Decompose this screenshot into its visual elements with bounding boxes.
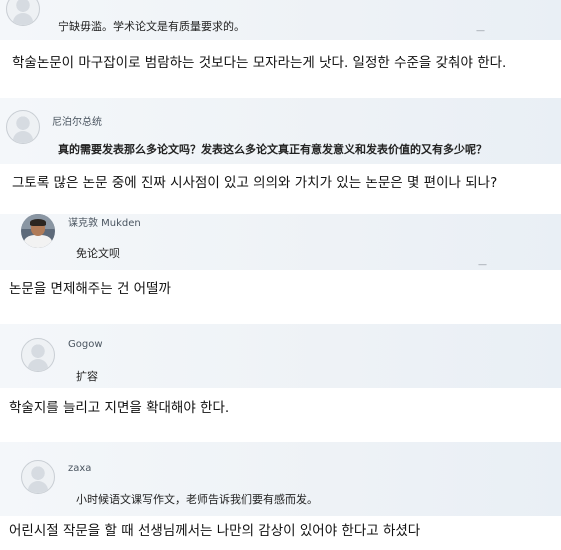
comment-card-5: zaxa 小时候语文课写作文，老师告诉我们要有感而发。 [0,442,561,516]
decor-dash: — [476,26,485,36]
comment-5-username[interactable]: zaxa [68,463,91,474]
comment-5-text: 小时候语文课写作文，老师告诉我们要有感而发。 [76,493,318,506]
comment-card-3: 谋克敦 Mukden 免论文呗 — [0,214,561,270]
comment-2-username[interactable]: 尼泊尔总统 [52,113,102,128]
comment-4-translation: 학술지를 늘리고 지면을 확대해야 한다. [0,388,561,442]
comment-1-translation: 학술논문이 마구잡이로 범람하는 것보다는 모자라는게 낫다. 일정한 수준을 … [0,40,561,96]
comment-card-1: 宁缺毋滥。学术论文是有质量要求的。 — [0,0,561,40]
comment-2-text: 真的需要发表那么多论文吗？发表这么多论文真正有意发意义和发表价值的又有多少呢？ [58,143,487,156]
comment-thread: 宁缺毋滥。学术论文是有质量要求的。 — 학술논문이 마구잡이로 범람하는 것보다… [0,0,561,550]
comment-card-4: Gogow 扩容 [0,324,561,388]
decor-dash: — [478,260,487,270]
avatar-icon[interactable] [21,460,55,494]
avatar-icon[interactable] [21,214,55,248]
comment-1-text: 宁缺毋滥。学术论文是有质量要求的。 [58,20,245,33]
comment-card-2: 尼泊尔总统 真的需要发表那么多论文吗？发表这么多论文真正有意发意义和发表价值的又… [0,98,561,164]
comment-5-translation: 어린시절 작문을 할 때 선생님께서는 나만의 감상이 있어야 한다고 하셨다 [0,516,561,550]
avatar-icon[interactable] [21,338,55,372]
avatar-icon[interactable] [6,110,40,144]
comment-2-translation: 그토록 많은 논문 중에 진짜 시사점이 있고 의의와 가치가 있는 논문은 몇… [0,164,561,214]
comment-3-text: 免论文呗 [76,247,120,260]
comment-4-text: 扩容 [76,370,98,383]
avatar-icon[interactable] [6,0,40,26]
comment-4-username[interactable]: Gogow [68,339,103,350]
comment-3-username[interactable]: 谋克敦 Mukden [68,214,141,229]
comment-3-translation: 논문을 면제해주는 건 어떨까 [0,270,561,324]
